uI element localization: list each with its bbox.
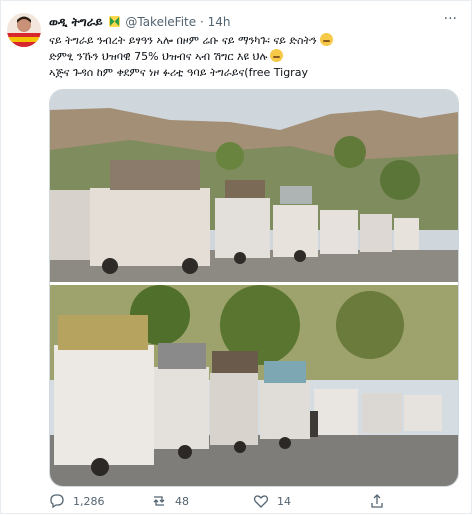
tweet-timestamp[interactable]: 14h [208,15,231,29]
tweet-header: ወዲ ትግራይ @TakeleFite · 14h [49,15,230,30]
tweet-media[interactable] [49,89,459,487]
tweet-text: ናይ ትግራይ ንብረት ይፃዓን ኣሎ በዞም ሬቡ ናይ ማንካጉ፡ ናይ … [49,33,461,81]
author-handle[interactable]: @TakeleFite [125,15,196,29]
author-name[interactable]: ወዲ ትግራይ [49,15,103,29]
green-yellow-badge-icon [108,16,120,27]
reply-button[interactable]: 1,286 [49,493,105,509]
reply-count: 1,286 [73,494,105,508]
like-count: 14 [277,494,291,508]
reply-icon [50,494,64,509]
tweet-text-line: ናይ ትግራይ ንብረት ይፃዓን ኣሎ በዞም ሬቡ ናይ ማንካጉ፡ ናይ … [49,33,461,49]
truck-line-photo[interactable] [50,285,458,486]
tweet-text-line: ኣጅና ጉዳሰ ከም ቀደምና ነዞ ፉሪቲ ዓባይ ትግራይና(free Ti… [49,66,308,79]
avatar[interactable] [7,13,41,47]
tweet-text-line: ድምፂ ንኹን ህዝባዊ 75% ህዝብና ኣብ ሽግር እዩ ህሉ [49,49,461,65]
share-icon [371,494,383,508]
tweet-actions: 1,286 48 14 [49,493,449,511]
share-button[interactable] [369,493,393,509]
more-options-icon[interactable]: ··· [444,11,457,27]
worried-face-icon [270,49,284,62]
heart-icon [253,495,269,508]
retweet-count: 48 [175,494,189,508]
separator-dot: · [199,15,204,29]
retweet-icon [153,496,165,506]
tweet-card[interactable]: ወዲ ትግራይ @TakeleFite · 14h ··· ናይ ትግራይ ንብ… [0,0,472,514]
worried-face-icon [319,33,333,46]
truck-convoy-photo[interactable] [50,90,458,282]
retweet-button[interactable]: 48 [151,493,189,509]
like-button[interactable]: 14 [253,493,291,509]
